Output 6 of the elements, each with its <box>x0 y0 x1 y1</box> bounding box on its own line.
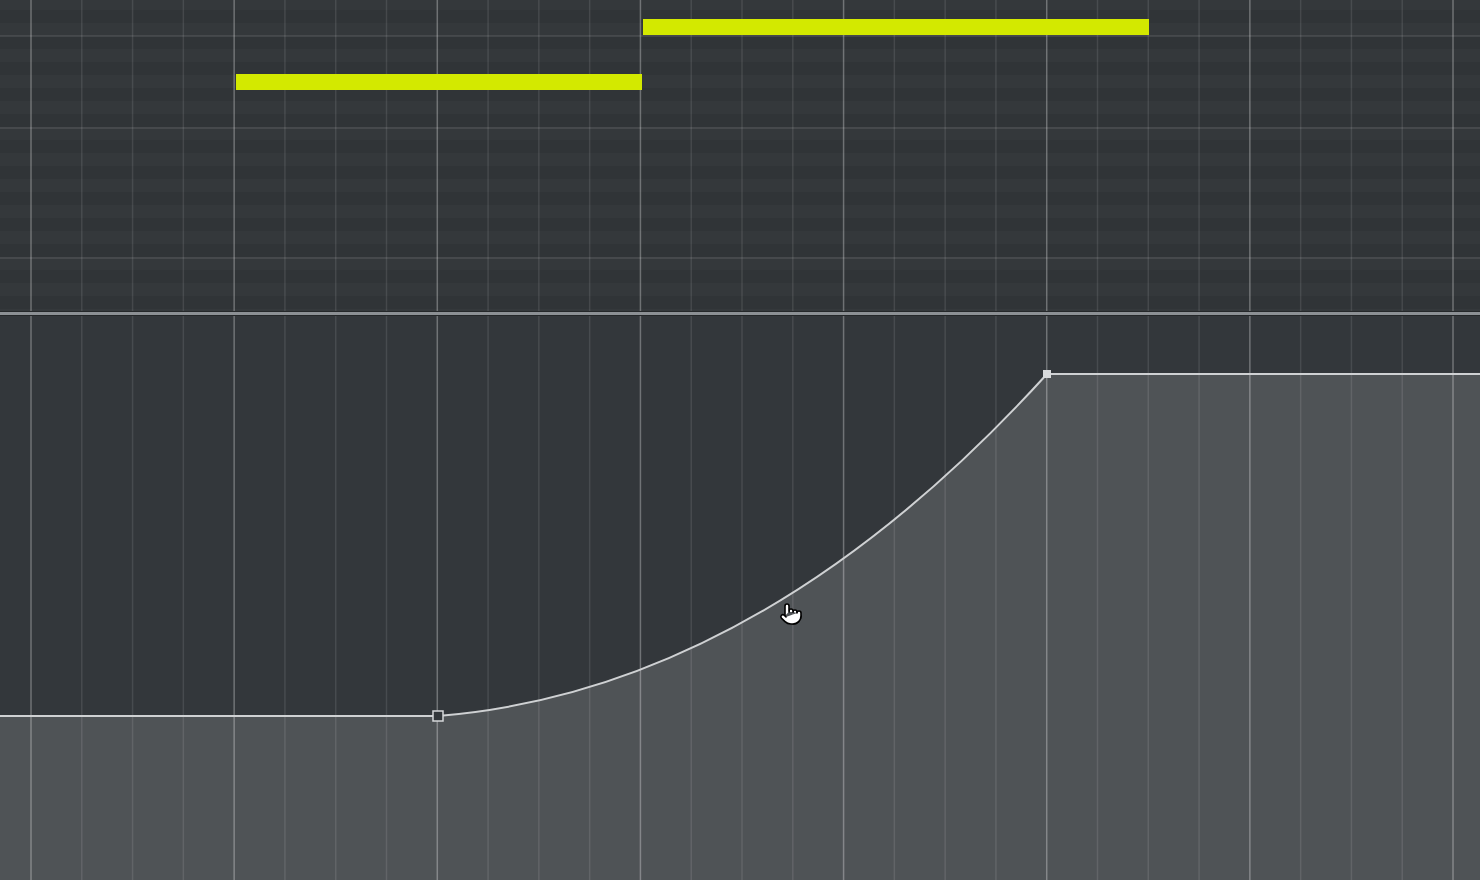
note[interactable] <box>236 74 642 90</box>
control-point-handle[interactable] <box>1043 370 1051 378</box>
note[interactable] <box>643 19 1149 35</box>
pane-splitter[interactable] <box>0 311 1480 316</box>
hand-cursor-icon <box>779 601 803 627</box>
control-point-handle[interactable] <box>432 710 444 722</box>
